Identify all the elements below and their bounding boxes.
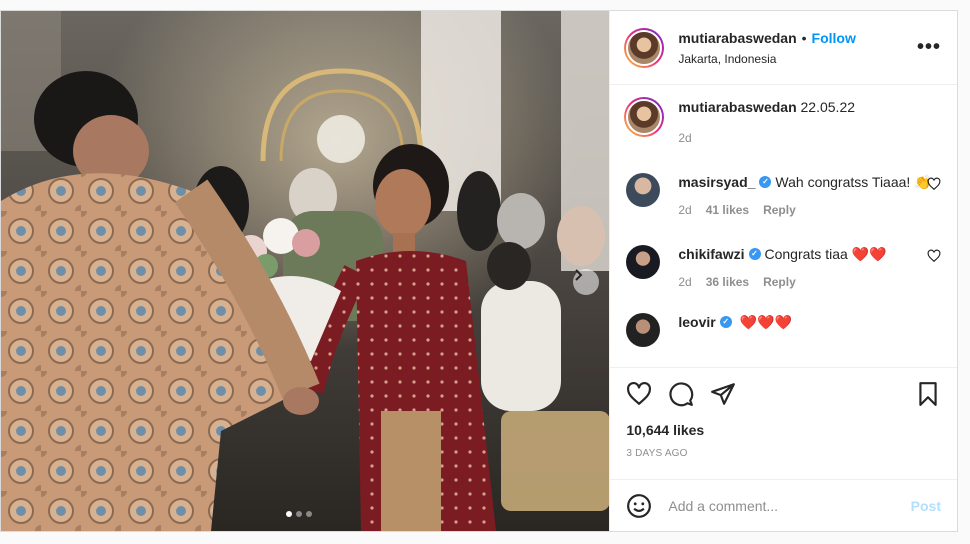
caption-username[interactable]: mutiarabaswedan: [678, 99, 796, 115]
comment-time[interactable]: 2d: [678, 203, 691, 217]
caption-avatar[interactable]: [624, 97, 665, 137]
reply-button[interactable]: Reply: [763, 275, 796, 289]
commenter-avatar[interactable]: [626, 173, 661, 207]
comment-username[interactable]: masirsyad_: [678, 173, 755, 191]
author-username[interactable]: mutiarabaswedan: [678, 30, 796, 46]
author-avatar[interactable]: [624, 27, 665, 68]
emoji-smile-icon[interactable]: [626, 493, 652, 519]
verified-badge-icon: ✓: [748, 248, 761, 260]
share-paper-plane-icon[interactable]: [710, 381, 736, 407]
caption-text: 22.05.22: [800, 99, 856, 115]
add-comment-input[interactable]: [668, 497, 911, 514]
carousel-dot: [286, 511, 292, 517]
comment-time[interactable]: 2d: [678, 275, 691, 289]
like-heart-icon[interactable]: [626, 381, 652, 407]
comment-text: Wah congratss Tiaaa!: [775, 174, 911, 190]
post-comment-button[interactable]: Post: [911, 498, 941, 514]
post-caption: mutiarabaswedan 22.05.22 2d: [624, 97, 941, 145]
comment-item: leovir ✓ ❤️❤️❤️: [624, 313, 941, 347]
more-options-icon[interactable]: •••: [917, 36, 941, 59]
post-photo[interactable]: [1, 11, 610, 531]
verified-badge-icon: ✓: [719, 316, 732, 328]
comment-item: masirsyad_ ✓ Wah congratss Tiaaa! 👏 2d 4…: [624, 173, 941, 217]
comments-list[interactable]: mutiarabaswedan 22.05.22 2d masirsyad_ ✓…: [610, 85, 957, 367]
comment-item: chikifawzi ✓ Congrats tiaa ❤️❤️ 2d 36 li…: [624, 245, 941, 289]
comment-likes[interactable]: 36 likes: [706, 275, 749, 289]
post-header: mutiarabaswedan • Follow Jakarta, Indone…: [610, 11, 957, 85]
separator-dot: •: [801, 29, 807, 46]
post-location[interactable]: Jakarta, Indonesia: [678, 52, 917, 66]
comment-emoji: ❤️❤️: [851, 246, 887, 262]
chevron-right-icon: [575, 269, 583, 281]
likes-count[interactable]: 10,644 likes: [626, 422, 941, 438]
follow-button[interactable]: Follow: [812, 30, 856, 46]
comment-likes[interactable]: 41 likes: [706, 203, 749, 217]
commenter-avatar[interactable]: [626, 313, 661, 347]
post-modal: mutiarabaswedan • Follow Jakarta, Indone…: [0, 10, 958, 532]
comment-username[interactable]: leovir: [678, 313, 715, 331]
comment-text: Congrats tiaa: [764, 246, 848, 262]
post-side-panel: mutiarabaswedan • Follow Jakarta, Indone…: [609, 11, 957, 531]
like-comment-heart-icon[interactable]: [927, 177, 941, 191]
commenter-avatar[interactable]: [626, 245, 661, 279]
post-actions: 10,644 likes 3 DAYS AGO: [610, 367, 957, 479]
comment-emoji: ❤️❤️❤️: [739, 314, 793, 330]
carousel-dot: [296, 511, 302, 517]
caption-time[interactable]: 2d: [678, 131, 855, 145]
carousel-dot: [306, 511, 312, 517]
next-photo-button[interactable]: [573, 269, 599, 295]
post-date[interactable]: 3 DAYS AGO: [626, 448, 941, 459]
comment-bubble-icon[interactable]: [668, 381, 694, 407]
add-comment-bar: Post: [610, 479, 957, 531]
reply-button[interactable]: Reply: [763, 203, 796, 217]
verified-badge-icon: ✓: [759, 176, 772, 188]
carousel-indicator: [286, 511, 312, 517]
photo-illustration: [1, 11, 610, 531]
save-bookmark-icon[interactable]: [915, 381, 941, 407]
comment-username[interactable]: chikifawzi: [678, 245, 744, 263]
like-comment-heart-icon[interactable]: [927, 249, 941, 263]
